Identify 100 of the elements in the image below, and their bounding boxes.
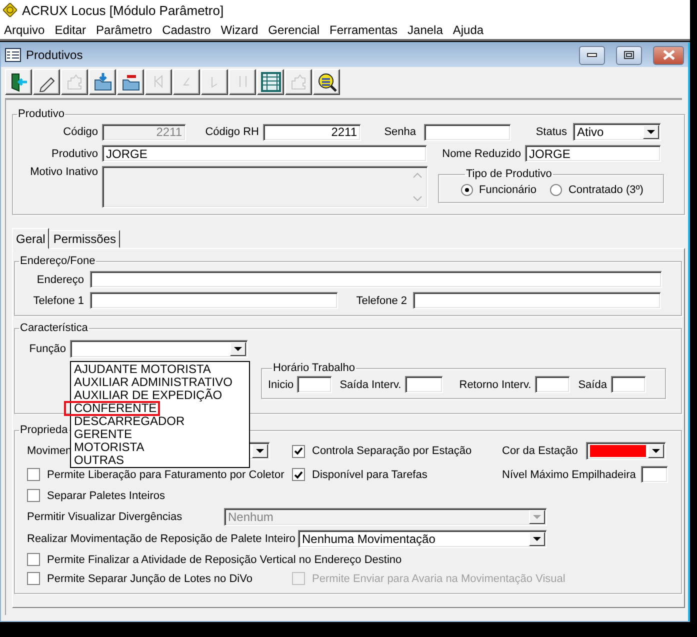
level-field[interactable] xyxy=(640,466,668,483)
dropdown-button[interactable] xyxy=(643,125,659,139)
list-option[interactable]: OUTRAS xyxy=(71,454,249,467)
puzzle-icon xyxy=(66,74,82,90)
dropdown-button[interactable] xyxy=(252,444,268,458)
group-title: Horário Trabalho xyxy=(272,362,356,374)
field-label: Nome Reduzido xyxy=(441,148,521,160)
first-record-icon xyxy=(154,75,163,88)
function-dropdown[interactable] xyxy=(70,340,248,358)
time-field[interactable] xyxy=(296,376,332,393)
list-option[interactable]: DESCARREGADOR xyxy=(71,415,249,428)
menu-item[interactable]: Parâmetro xyxy=(92,22,158,36)
status-dropdown[interactable]: Ativo xyxy=(573,123,661,141)
menu-item[interactable]: Ajuda xyxy=(448,22,490,36)
tab[interactable]: Permissões xyxy=(49,230,120,248)
field-label: Função xyxy=(28,343,66,355)
field-label: Inicio xyxy=(268,378,294,390)
caret-icon xyxy=(234,346,242,352)
list-option[interactable]: AJUDANTE MOTORISTA xyxy=(71,363,249,376)
door-arrow-icon xyxy=(8,72,28,92)
field-label: Código RH xyxy=(204,126,259,138)
form-icon xyxy=(5,48,21,62)
list-option[interactable]: MOTORISTA xyxy=(71,441,249,454)
dropdown-button[interactable] xyxy=(230,342,246,356)
scroll-down-icon xyxy=(412,196,422,201)
caret-icon xyxy=(647,130,655,134)
dropdown-button[interactable] xyxy=(529,532,545,546)
phone-field[interactable] xyxy=(413,292,661,309)
list-option[interactable]: GERENTE xyxy=(71,428,249,441)
group-title: Tipo de Produtivo xyxy=(465,168,553,180)
check-icon xyxy=(294,470,303,478)
maximize-icon xyxy=(624,51,634,59)
phone-field[interactable] xyxy=(90,292,338,309)
menu-item[interactable]: Cadastro xyxy=(158,22,217,36)
minimize-button[interactable] xyxy=(579,46,605,64)
menu-item[interactable]: Wizard xyxy=(216,22,264,36)
time-field[interactable] xyxy=(535,376,570,393)
app-logo-icon xyxy=(3,3,17,17)
puzzle-icon xyxy=(290,74,306,90)
hr-code-field[interactable]: 2211 xyxy=(263,124,361,140)
list-option[interactable]: AUXILIAR DE EXPEDIÇÃO xyxy=(71,389,249,402)
dropdown-button[interactable] xyxy=(648,444,664,458)
menu-item[interactable]: Gerencial xyxy=(264,22,326,36)
field-label: Saída xyxy=(578,378,607,390)
color-dropdown[interactable] xyxy=(586,442,666,460)
folder-download-icon xyxy=(92,72,112,92)
caret-icon xyxy=(256,448,264,454)
tab[interactable]: Geral xyxy=(12,228,50,249)
field-label: Senha xyxy=(383,126,416,138)
menu-item[interactable]: Editar xyxy=(50,22,92,36)
address-field[interactable] xyxy=(90,271,662,288)
checkbox[interactable]: Disponível para Tarefas xyxy=(292,468,502,481)
checkbox[interactable]: Controla Separação por Estação xyxy=(292,444,502,458)
field-label: Realizar Movimentação de Reposição de Palete Inteiro xyxy=(27,533,296,545)
checkbox[interactable]: Separar Paletes Inteiros xyxy=(27,489,292,502)
menu-item[interactable]: Arquivo xyxy=(0,22,51,36)
radio-button[interactable] xyxy=(461,184,473,196)
close-button[interactable] xyxy=(653,46,684,64)
checkbox[interactable]: Permite Finalizar a Atividade de Reposição Vertical no Endereço Destino xyxy=(27,553,402,566)
radio-button[interactable] xyxy=(550,184,562,196)
short-name-field[interactable]: JORGE xyxy=(525,145,661,162)
radio-label: Funcionário xyxy=(479,184,536,196)
caret-icon xyxy=(533,514,541,520)
password-field[interactable] xyxy=(424,124,511,140)
window-title: Produtivos xyxy=(26,48,84,62)
minimize-icon xyxy=(587,53,597,57)
field-label: Nível Máximo Empilhadeira xyxy=(502,468,636,480)
close-icon xyxy=(662,50,674,60)
checkbox[interactable]: Permite Separar Junção de Lotes no DiVo xyxy=(27,572,292,585)
menu-item[interactable]: Janela xyxy=(404,22,449,36)
edit-button[interactable] xyxy=(33,68,60,94)
field-label: Produtivo xyxy=(50,148,98,160)
group-title: Endereço/Fone xyxy=(19,255,96,267)
checkbox[interactable]: Permite Liberação para Faturamento por Coletor xyxy=(27,468,292,481)
search-button[interactable] xyxy=(313,68,340,94)
field-label: Retorno Interv. xyxy=(459,378,532,390)
table-button[interactable] xyxy=(257,68,284,94)
exit-button[interactable] xyxy=(5,68,32,94)
time-field[interactable] xyxy=(405,376,444,393)
list-option[interactable]: AUXILIAR ADMINISTRATIVO xyxy=(71,376,249,389)
field-label: Cor da Estação xyxy=(502,445,579,457)
remove-button[interactable] xyxy=(117,68,144,94)
field-label: Telefone 1 xyxy=(32,294,84,306)
field-label: Código xyxy=(62,126,98,138)
replenishment-dropdown[interactable]: Nenhuma Movimentação xyxy=(298,530,547,548)
field-label: Status xyxy=(534,126,567,138)
previous-icon xyxy=(183,77,190,86)
time-field[interactable] xyxy=(610,376,646,393)
group-title: Proprieda xyxy=(19,424,69,436)
name-field[interactable]: JORGE xyxy=(102,145,427,162)
last-record-icon xyxy=(238,75,246,88)
next-icon xyxy=(211,76,218,88)
field-label: Saída Interv. xyxy=(340,378,402,390)
field-label: Permitir Visualizar Divergências xyxy=(27,511,184,523)
table-icon xyxy=(260,72,280,92)
group-title: Característica xyxy=(19,322,89,334)
save-button[interactable] xyxy=(89,68,116,94)
list-option[interactable]: CONFERENTE xyxy=(64,401,160,416)
maximize-button[interactable] xyxy=(616,46,642,64)
menu-item[interactable]: Ferramentas xyxy=(325,22,404,36)
